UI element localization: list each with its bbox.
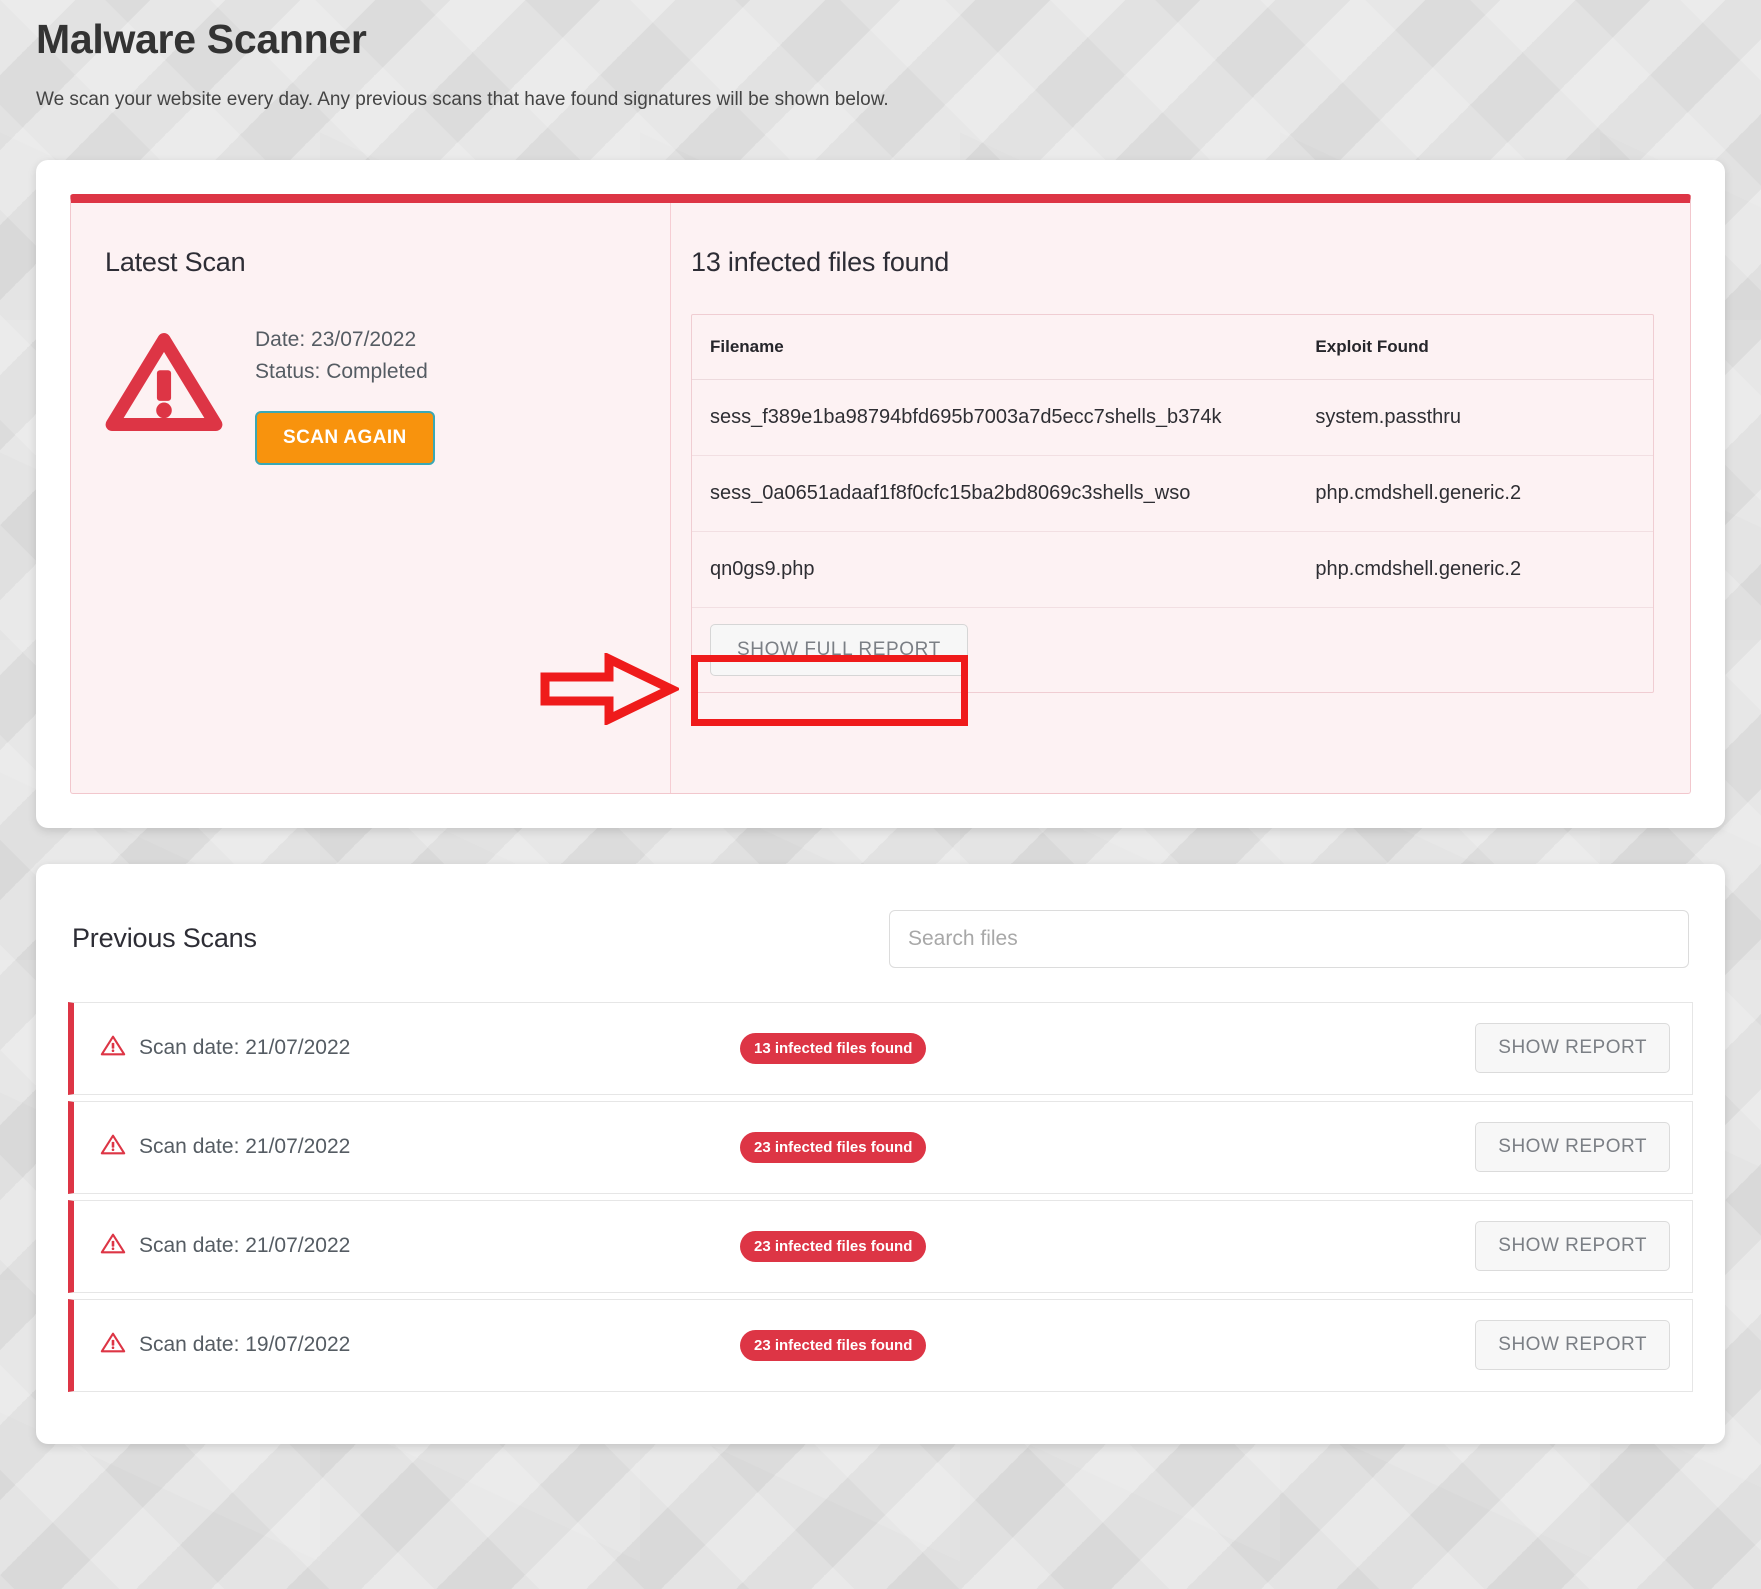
scan-row-left: Scan date: 19/07/2022	[100, 1331, 740, 1359]
status-badge: 13 infected files found	[740, 1032, 927, 1064]
warning-triangle-icon	[100, 1232, 126, 1260]
warning-triangle-icon	[105, 324, 223, 439]
list-item[interactable]: Scan date: 19/07/2022 23 infected files …	[68, 1298, 1693, 1392]
infected-files-table: Filename Exploit Found sess_f389e1ba9879…	[692, 314, 1653, 692]
column-header-exploit: Exploit Found	[1297, 314, 1653, 380]
latest-scan-summary: Date: 23/07/2022 Status: Completed SCAN …	[105, 324, 670, 465]
show-report-button[interactable]: SHOW REPORT	[1475, 1122, 1670, 1173]
cell-exploit: php.cmdshell.generic.2	[1297, 455, 1653, 532]
scan-date-label: Scan date: 21/07/2022	[139, 1036, 351, 1060]
status-badge: 23 infected files found	[740, 1329, 927, 1361]
previous-scans-heading: Previous Scans	[72, 923, 257, 954]
warning-triangle-icon	[100, 1133, 126, 1161]
previous-scans-list: Scan date: 21/07/2022 13 infected files …	[68, 1001, 1693, 1392]
scan-row-badge-area: 23 infected files found	[740, 1329, 1370, 1361]
cell-filename: sess_f389e1ba98794bfd695b7003a7d5ecc7she…	[692, 379, 1298, 456]
list-item[interactable]: Scan date: 21/07/2022 23 infected files …	[68, 1100, 1693, 1194]
scan-date-label: Scan date: 21/07/2022	[139, 1135, 351, 1159]
table-header-row: Filename Exploit Found	[692, 314, 1653, 380]
table-row: sess_0a0651adaaf1f8f0cfc15ba2bd8069c3she…	[692, 455, 1653, 532]
scan-row-left: Scan date: 21/07/2022	[100, 1034, 740, 1062]
page-title: Malware Scanner	[36, 16, 367, 62]
warning-triangle-icon	[100, 1331, 126, 1359]
latest-scan-right-column: 13 infected files found Filename Exploit…	[671, 203, 1690, 793]
infected-files-title: 13 infected files found	[691, 246, 950, 277]
scan-date-label: Scan date: 21/07/2022	[139, 1234, 351, 1258]
infected-files-table-body: sess_f389e1ba98794bfd695b7003a7d5ecc7she…	[692, 379, 1653, 692]
latest-scan-alert-panel: Latest Scan Date: 23/07/2022 Status: Com…	[70, 193, 1691, 794]
latest-scan-card: Latest Scan Date: 23/07/2022 Status: Com…	[36, 159, 1725, 828]
status-badge: 23 infected files found	[740, 1131, 927, 1163]
cell-exploit: system.passthru	[1297, 379, 1653, 456]
list-item[interactable]: Scan date: 21/07/2022 23 infected files …	[68, 1199, 1693, 1293]
scan-row-action-area: SHOW REPORT	[1370, 1023, 1670, 1074]
page-subtitle: We scan your website every day. Any prev…	[36, 89, 889, 111]
cell-filename: sess_0a0651adaaf1f8f0cfc15ba2bd8069c3she…	[692, 455, 1298, 532]
show-report-button[interactable]: SHOW REPORT	[1475, 1221, 1670, 1272]
scan-date-label: Scan date: 19/07/2022	[139, 1333, 351, 1357]
table-row: qn0gs9.php php.cmdshell.generic.2	[692, 531, 1653, 608]
scan-row-left: Scan date: 21/07/2022	[100, 1133, 740, 1161]
show-full-report-button[interactable]: SHOW FULL REPORT	[710, 623, 968, 676]
page-root: Malware Scanner We scan your website eve…	[0, 0, 1761, 1589]
previous-scans-card: Previous Scans Scan date: 21/07/2022	[36, 863, 1725, 1444]
scan-again-button[interactable]: SCAN AGAIN	[255, 410, 435, 465]
show-report-button[interactable]: SHOW REPORT	[1475, 1023, 1670, 1074]
cell-filename: qn0gs9.php	[692, 531, 1298, 608]
latest-scan-heading: Latest Scan	[105, 246, 246, 277]
list-item[interactable]: Scan date: 21/07/2022 13 infected files …	[68, 1001, 1693, 1095]
infected-files-table-head: Filename Exploit Found	[692, 314, 1653, 380]
latest-scan-left-column: Latest Scan Date: 23/07/2022 Status: Com…	[71, 202, 671, 793]
scan-row-badge-area: 23 infected files found	[740, 1131, 1370, 1163]
scan-row-left: Scan date: 21/07/2022	[100, 1232, 740, 1260]
page-header: Malware Scanner We scan your website eve…	[36, 0, 1725, 114]
table-row-actions: SHOW FULL REPORT	[692, 607, 1653, 692]
table-row: sess_f389e1ba98794bfd695b7003a7d5ecc7she…	[692, 379, 1653, 456]
cell-show-full-report: SHOW FULL REPORT	[692, 607, 1653, 692]
show-report-button[interactable]: SHOW REPORT	[1475, 1320, 1670, 1371]
status-badge: 23 infected files found	[740, 1230, 927, 1262]
scan-row-badge-area: 13 infected files found	[740, 1032, 1370, 1064]
latest-scan-status: Status: Completed	[255, 360, 428, 384]
scan-row-action-area: SHOW REPORT	[1370, 1122, 1670, 1173]
scan-row-action-area: SHOW REPORT	[1370, 1320, 1670, 1371]
latest-scan-date: Date: 23/07/2022	[255, 327, 417, 351]
latest-scan-meta: Date: 23/07/2022 Status: Completed SCAN …	[255, 324, 435, 465]
previous-scans-header: Previous Scans	[68, 900, 1693, 968]
infected-files-table-wrapper: Filename Exploit Found sess_f389e1ba9879…	[691, 313, 1654, 693]
search-input[interactable]	[889, 909, 1689, 968]
scan-row-badge-area: 23 infected files found	[740, 1230, 1370, 1262]
cell-exploit: php.cmdshell.generic.2	[1297, 531, 1653, 608]
warning-triangle-icon	[100, 1034, 126, 1062]
column-header-filename: Filename	[692, 314, 1298, 380]
scan-row-action-area: SHOW REPORT	[1370, 1221, 1670, 1272]
